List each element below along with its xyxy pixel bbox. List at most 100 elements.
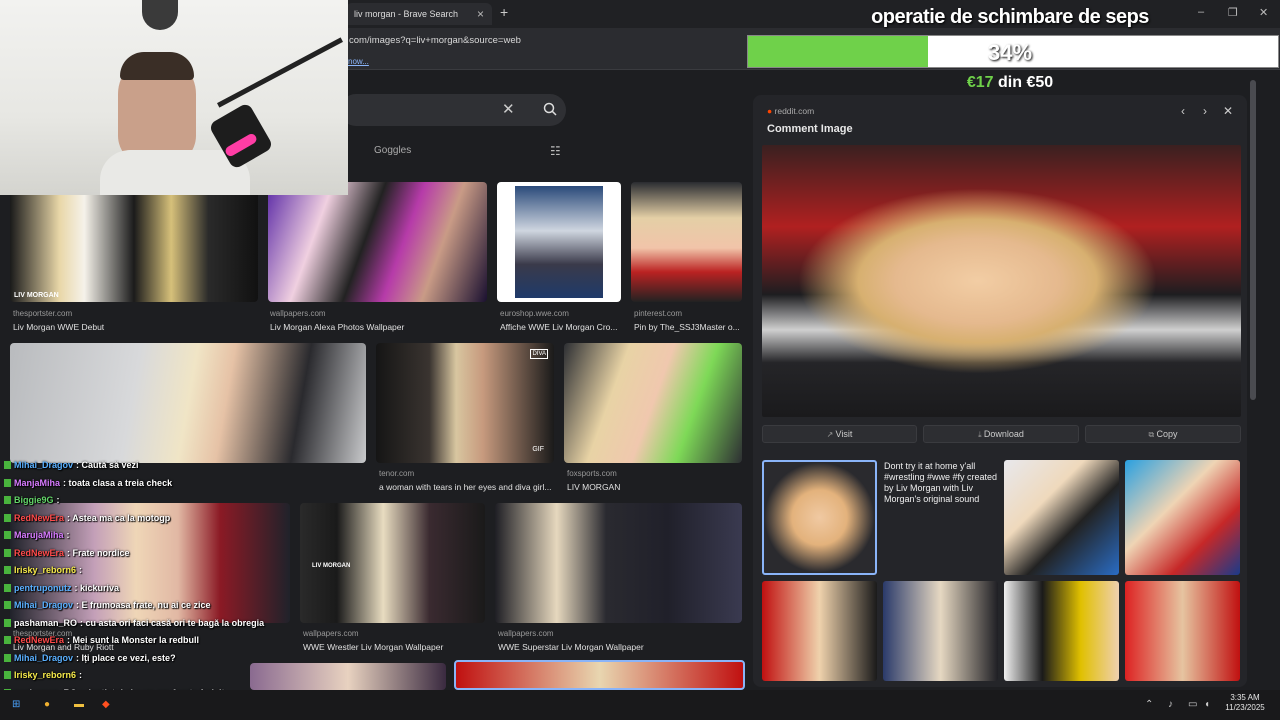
- goal-title: operatie de schimbare de seps: [871, 6, 1149, 28]
- visit-button[interactable]: ↗ Visit: [762, 425, 917, 443]
- goggles-tab[interactable]: Goggles: [374, 145, 411, 156]
- search-icon[interactable]: [543, 102, 557, 116]
- system-clock[interactable]: 3:35 AM 11/23/2025: [1220, 693, 1270, 713]
- result-source: euroshop.wwe.com: [500, 309, 569, 318]
- chat-username: RedNewEra: [14, 512, 65, 523]
- filter-icon[interactable]: ☷: [550, 144, 561, 158]
- related-image-7[interactable]: [1125, 581, 1240, 681]
- goal-target: din €50: [993, 74, 1054, 91]
- result-title: Pin by The_SSJ3Master o...: [634, 322, 740, 332]
- close-icon[interactable]: ✕: [1223, 104, 1233, 118]
- network-icon[interactable]: ▭: [1188, 699, 1197, 710]
- result-caption-1[interactable]: thesportster.com Liv Morgan WWE Debut: [13, 309, 258, 332]
- chat-message: Mihai_Dragov: Iți place ce vezi, este?: [4, 653, 176, 663]
- chat-message: RedNewEra: Astea ma ca la motogp: [4, 513, 170, 523]
- chat-text: : Iți place ce vezi, este?: [76, 652, 176, 663]
- clock-time: 3:35 AM: [1230, 693, 1260, 702]
- chat-text: : Astea ma ca la motogp: [67, 512, 171, 523]
- url-text[interactable]: com/images?q=liv+morgan&source=web: [349, 35, 521, 46]
- result-image-12[interactable]: [454, 660, 745, 690]
- chrome-icon[interactable]: ●: [44, 699, 50, 710]
- result-image-2[interactable]: [268, 182, 487, 302]
- chat-username: Mihai_Dragov: [14, 652, 74, 663]
- result-source: tenor.com: [379, 469, 415, 478]
- brave-icon[interactable]: ◆: [102, 699, 110, 710]
- preview-image[interactable]: [762, 145, 1241, 417]
- related-image-5[interactable]: [883, 581, 998, 681]
- microphone-icon[interactable]: ♪: [1168, 699, 1173, 710]
- result-caption-5[interactable]: tenor.com a woman with tears in her eyes…: [379, 469, 554, 492]
- result-caption-2[interactable]: wallpapers.com Liv Morgan Alexa Photos W…: [270, 309, 487, 332]
- copy-button[interactable]: ⧉ Copy: [1085, 425, 1241, 443]
- chat-text: : E frumoasa frate, nu ai ce zice: [76, 600, 211, 610]
- related-caption[interactable]: Dont try it at home y'all #wrestling #ww…: [884, 461, 1000, 505]
- chat-username: Mihai_Dragov: [14, 460, 74, 470]
- result-image-6[interactable]: DIVA GIF: [376, 343, 554, 463]
- next-icon[interactable]: ›: [1203, 104, 1207, 118]
- result-image-4[interactable]: [631, 182, 742, 302]
- browser-tab[interactable]: liv morgan - Brave Search ×: [346, 3, 492, 25]
- goal-progress-fill: [748, 36, 929, 67]
- taskbar: [0, 690, 1280, 720]
- chat-message: Irisky_reborn6:: [4, 670, 82, 680]
- result-caption-6[interactable]: foxsports.com LIV MORGAN: [567, 469, 742, 492]
- windows-start-icon[interactable]: ⊞: [12, 699, 20, 710]
- chat-username: pentruponutz: [14, 582, 72, 593]
- chat-message: RedNewEra: Mei sunt la Monster la redbul…: [4, 635, 199, 645]
- result-image-1[interactable]: LIV MORGAN: [10, 182, 258, 302]
- preview-source[interactable]: ● reddit.com: [767, 106, 814, 116]
- related-image-6[interactable]: [1004, 581, 1119, 681]
- result-image-7[interactable]: [564, 343, 742, 463]
- chat-username: ManjaMiha: [14, 477, 61, 488]
- thumb-label: LIV MORGAN: [14, 292, 59, 299]
- chat-text: : Mei sunt la Monster la redbull: [67, 635, 200, 645]
- chat-message: RedNewEra: Frate nordice: [4, 548, 130, 558]
- chat-username: Irisky_reborn6: [14, 670, 77, 680]
- result-image-10[interactable]: [495, 503, 742, 623]
- chat-message: Mihai_Dragov: Caută să vezi: [4, 460, 139, 470]
- minimize-button[interactable]: –: [1198, 6, 1204, 18]
- chevron-up-icon[interactable]: ⌃: [1145, 699, 1153, 710]
- search-input[interactable]: [340, 94, 566, 126]
- result-caption-3[interactable]: euroshop.wwe.com Affiche WWE Liv Morgan …: [500, 309, 621, 332]
- bookmark-link[interactable]: now...: [348, 57, 369, 66]
- folder-icon[interactable]: ▬: [74, 699, 84, 710]
- chat-badge-icon: [4, 618, 11, 627]
- clock-date: 11/23/2025: [1225, 703, 1265, 712]
- chat-text: : kickuriva: [74, 582, 120, 593]
- close-window-button[interactable]: ✕: [1259, 6, 1268, 19]
- chat-text: :: [79, 670, 83, 680]
- chat-text: :: [79, 565, 83, 575]
- diva-logo: DIVA: [530, 349, 548, 359]
- chat-badge-icon: [4, 671, 11, 679]
- new-tab-button[interactable]: +: [500, 4, 508, 20]
- result-title: Liv Morgan Alexa Photos Wallpaper: [270, 322, 405, 332]
- related-image-1[interactable]: [762, 460, 877, 575]
- result-caption-4[interactable]: pinterest.com Pin by The_SSJ3Master o...: [634, 309, 742, 332]
- clear-search-icon[interactable]: ✕: [502, 100, 515, 118]
- volume-icon[interactable]: ◖: [1204, 699, 1210, 710]
- prev-icon[interactable]: ‹: [1181, 104, 1185, 118]
- scrollbar[interactable]: [1250, 80, 1256, 400]
- tab-title: liv morgan - Brave Search: [354, 9, 459, 19]
- related-image-2[interactable]: [1004, 460, 1119, 575]
- result-caption-9[interactable]: wallpapers.com WWE Superstar Liv Morgan …: [498, 629, 742, 652]
- result-title: Affiche WWE Liv Morgan Cro...: [500, 322, 618, 332]
- result-image-3[interactable]: [497, 182, 621, 302]
- download-label: Download: [983, 429, 1024, 439]
- maximize-button[interactable]: ❐: [1228, 6, 1238, 19]
- related-image-4[interactable]: [762, 581, 877, 681]
- chat-badge-icon: [4, 496, 11, 504]
- chat-message: Mihai_Dragov: E frumoasa frate, nu ai ce…: [4, 600, 211, 610]
- related-image-3[interactable]: [1125, 460, 1240, 575]
- chat-badge-icon: [4, 513, 11, 522]
- tab-close-icon[interactable]: ×: [477, 7, 484, 21]
- chat-text: : cu asta ori faci casă ori te bagă la o…: [80, 617, 265, 628]
- chat-badge-icon: [4, 583, 11, 592]
- chat-badge-icon: [4, 566, 11, 574]
- download-button[interactable]: ⤓ Download: [923, 425, 1079, 443]
- result-source: foxsports.com: [567, 469, 617, 478]
- chat-text: : Caută să vezi: [76, 460, 139, 470]
- chat-badge-icon: [4, 461, 11, 469]
- result-source: pinterest.com: [634, 309, 683, 318]
